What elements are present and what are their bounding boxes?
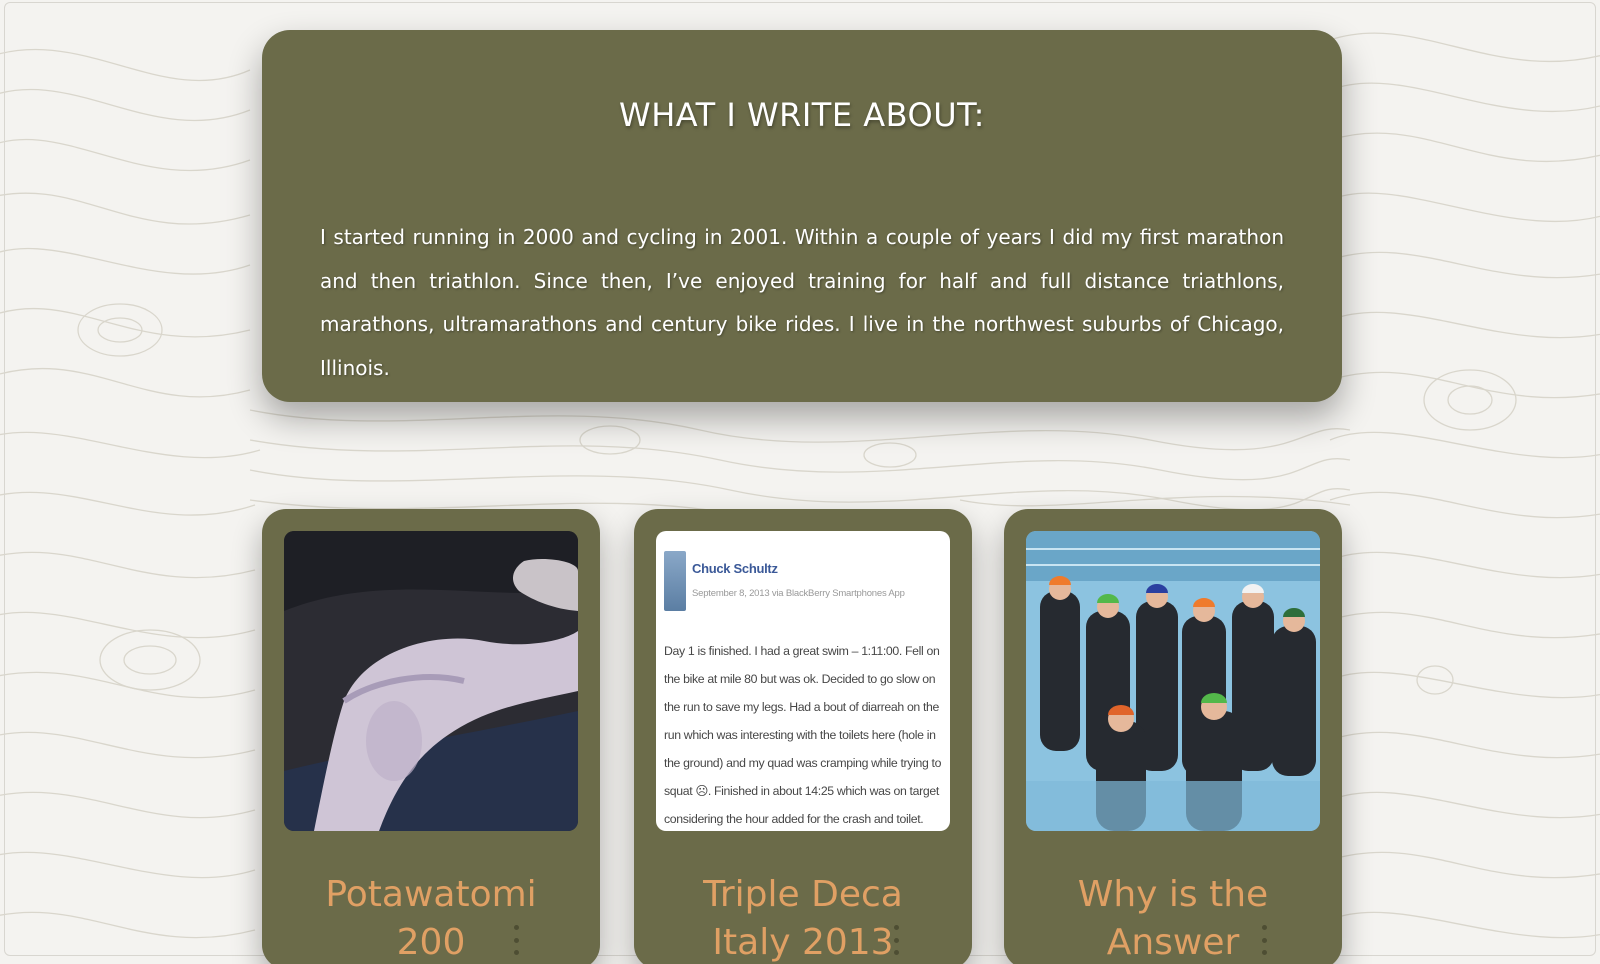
more-vertical-icon[interactable] [512, 925, 520, 955]
post-image-facebook-post[interactable]: Chuck Schultz September 8, 2013 via Blac… [656, 531, 950, 831]
fb-meta: September 8, 2013 via BlackBerry Smartph… [692, 588, 905, 599]
more-vertical-icon[interactable] [1260, 925, 1268, 955]
fb-author: Chuck Schultz [692, 561, 778, 576]
about-text: I started running in 2000 and cycling in… [320, 225, 1284, 380]
post-card[interactable]: Chuck Schultz September 8, 2013 via Blac… [634, 509, 972, 964]
avatar [664, 551, 686, 611]
post-card[interactable]: Why is the Answer [1004, 509, 1342, 964]
about-section: WHAT I WRITE ABOUT: I started running in… [262, 30, 1342, 402]
post-card[interactable]: Potawatomi 200 [262, 509, 600, 964]
post-title[interactable]: Why is the Answer [1004, 871, 1342, 964]
more-vertical-icon[interactable] [892, 925, 900, 955]
about-title: WHAT I WRITE ABOUT: [619, 96, 985, 134]
post-title[interactable]: Triple Deca Italy 2013 [634, 871, 972, 964]
post-title[interactable]: Potawatomi 200 [262, 871, 600, 964]
post-image-injured-ankle[interactable] [284, 531, 578, 831]
fb-body: Day 1 is finished. I had a great swim – … [664, 644, 942, 826]
post-image-swimmers[interactable] [1026, 531, 1320, 831]
